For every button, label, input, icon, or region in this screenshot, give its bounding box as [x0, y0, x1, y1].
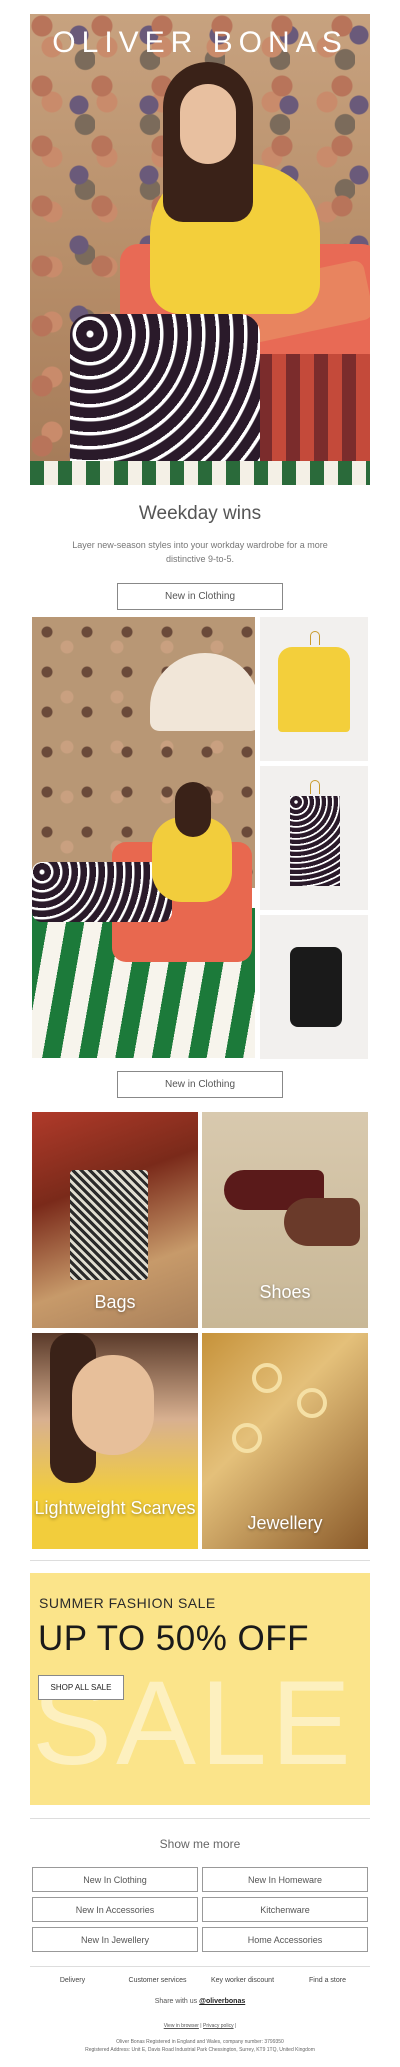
privacy-policy-link[interactable]: Privacy policy [203, 2023, 234, 2029]
legal-links: View in browser | Privacy policy | [0, 2023, 400, 2029]
hanger-icon [310, 631, 320, 645]
link-home-accessories[interactable]: Home Accessories [202, 1927, 368, 1952]
footer-link-find-a-store[interactable]: Find a store [285, 1977, 370, 1984]
hanger-icon [310, 780, 320, 794]
category-bags[interactable]: Bags [32, 1112, 198, 1328]
hero-headline: Weekday wins [138, 503, 262, 524]
divider [30, 1818, 370, 1819]
sale-headline: UP TO 50% OFF [38, 1619, 310, 1658]
separator: | [234, 2023, 237, 2029]
category-scarves-label: Lightweight Scarves [34, 1498, 196, 1518]
model-face [72, 1355, 154, 1455]
footer-link-key-worker-discount[interactable]: Key worker discount [200, 1977, 285, 1984]
category-bags-label: Bags [94, 1292, 136, 1312]
ring-image [252, 1363, 282, 1393]
legal-line-2: Registered Address: Unit E, Davis Road I… [85, 2047, 315, 2053]
hero-image[interactable]: OLIVER BONAS [30, 14, 370, 485]
brand-logo[interactable]: OLIVER BONAS [30, 26, 370, 60]
view-in-browser-link[interactable]: View in browser [164, 2023, 199, 2029]
lifestyle-image[interactable] [32, 617, 255, 1058]
ring-image-2 [297, 1388, 327, 1418]
link-new-in-jewellery[interactable]: New In Jewellery [32, 1927, 198, 1952]
legal-text: Oliver Bonas Registered in England and W… [40, 2038, 360, 2054]
product-tile-trousers[interactable] [260, 766, 368, 910]
shop-all-sale-button[interactable]: SHOP ALL SALE [38, 1675, 124, 1700]
hero-floor [30, 461, 370, 485]
product-tile-backpack[interactable] [260, 915, 368, 1059]
trousers-image [290, 796, 340, 886]
share-line: Share with us @oliverbonas [0, 1998, 400, 2005]
cardigan-image [278, 647, 350, 732]
new-in-clothing-button-2[interactable]: New in Clothing [117, 1071, 283, 1098]
shoe-image-2 [284, 1198, 360, 1246]
hero-model-trousers [70, 314, 260, 484]
lifestyle-trousers [32, 862, 172, 922]
link-new-in-homeware[interactable]: New In Homeware [202, 1867, 368, 1892]
divider [30, 1560, 370, 1561]
social-handle-link[interactable]: @oliverbonas [199, 1998, 245, 2005]
category-shoes[interactable]: Shoes [202, 1112, 368, 1328]
link-kitchenware[interactable]: Kitchenware [202, 1897, 368, 1922]
sale-eyebrow: SUMMER FASHION SALE [39, 1595, 216, 1611]
sale-banner[interactable]: SALE SUMMER FASHION SALE UP TO 50% OFF S… [30, 1573, 370, 1805]
category-jewellery-label: Jewellery [247, 1513, 323, 1533]
footer-nav: Delivery Customer services Key worker di… [30, 1977, 370, 1984]
share-prefix: Share with us [154, 1998, 198, 2005]
footer-link-customer-services[interactable]: Customer services [115, 1977, 200, 1984]
show-more-title: Show me more [159, 1837, 241, 1851]
bag-image [70, 1170, 148, 1280]
category-scarves[interactable]: Lightweight Scarves [32, 1333, 198, 1549]
new-in-clothing-button[interactable]: New in Clothing [117, 583, 283, 610]
link-new-in-clothing[interactable]: New In Clothing [32, 1867, 198, 1892]
legal-line-1: Oliver Bonas Registered in England and W… [116, 2039, 284, 2045]
divider [30, 1966, 370, 1967]
backpack-image [290, 947, 342, 1027]
product-tile-cardigan[interactable] [260, 617, 368, 761]
lifestyle-model-hair [175, 782, 211, 837]
category-shoes-label: Shoes [259, 1282, 311, 1302]
link-new-in-accessories[interactable]: New In Accessories [32, 1897, 198, 1922]
ring-image-3 [232, 1423, 262, 1453]
footer-link-delivery[interactable]: Delivery [30, 1977, 115, 1984]
hero-model-face [180, 84, 236, 164]
hero-subtext: Layer new-season styles into your workda… [72, 540, 328, 564]
category-jewellery[interactable]: Jewellery [202, 1333, 368, 1549]
